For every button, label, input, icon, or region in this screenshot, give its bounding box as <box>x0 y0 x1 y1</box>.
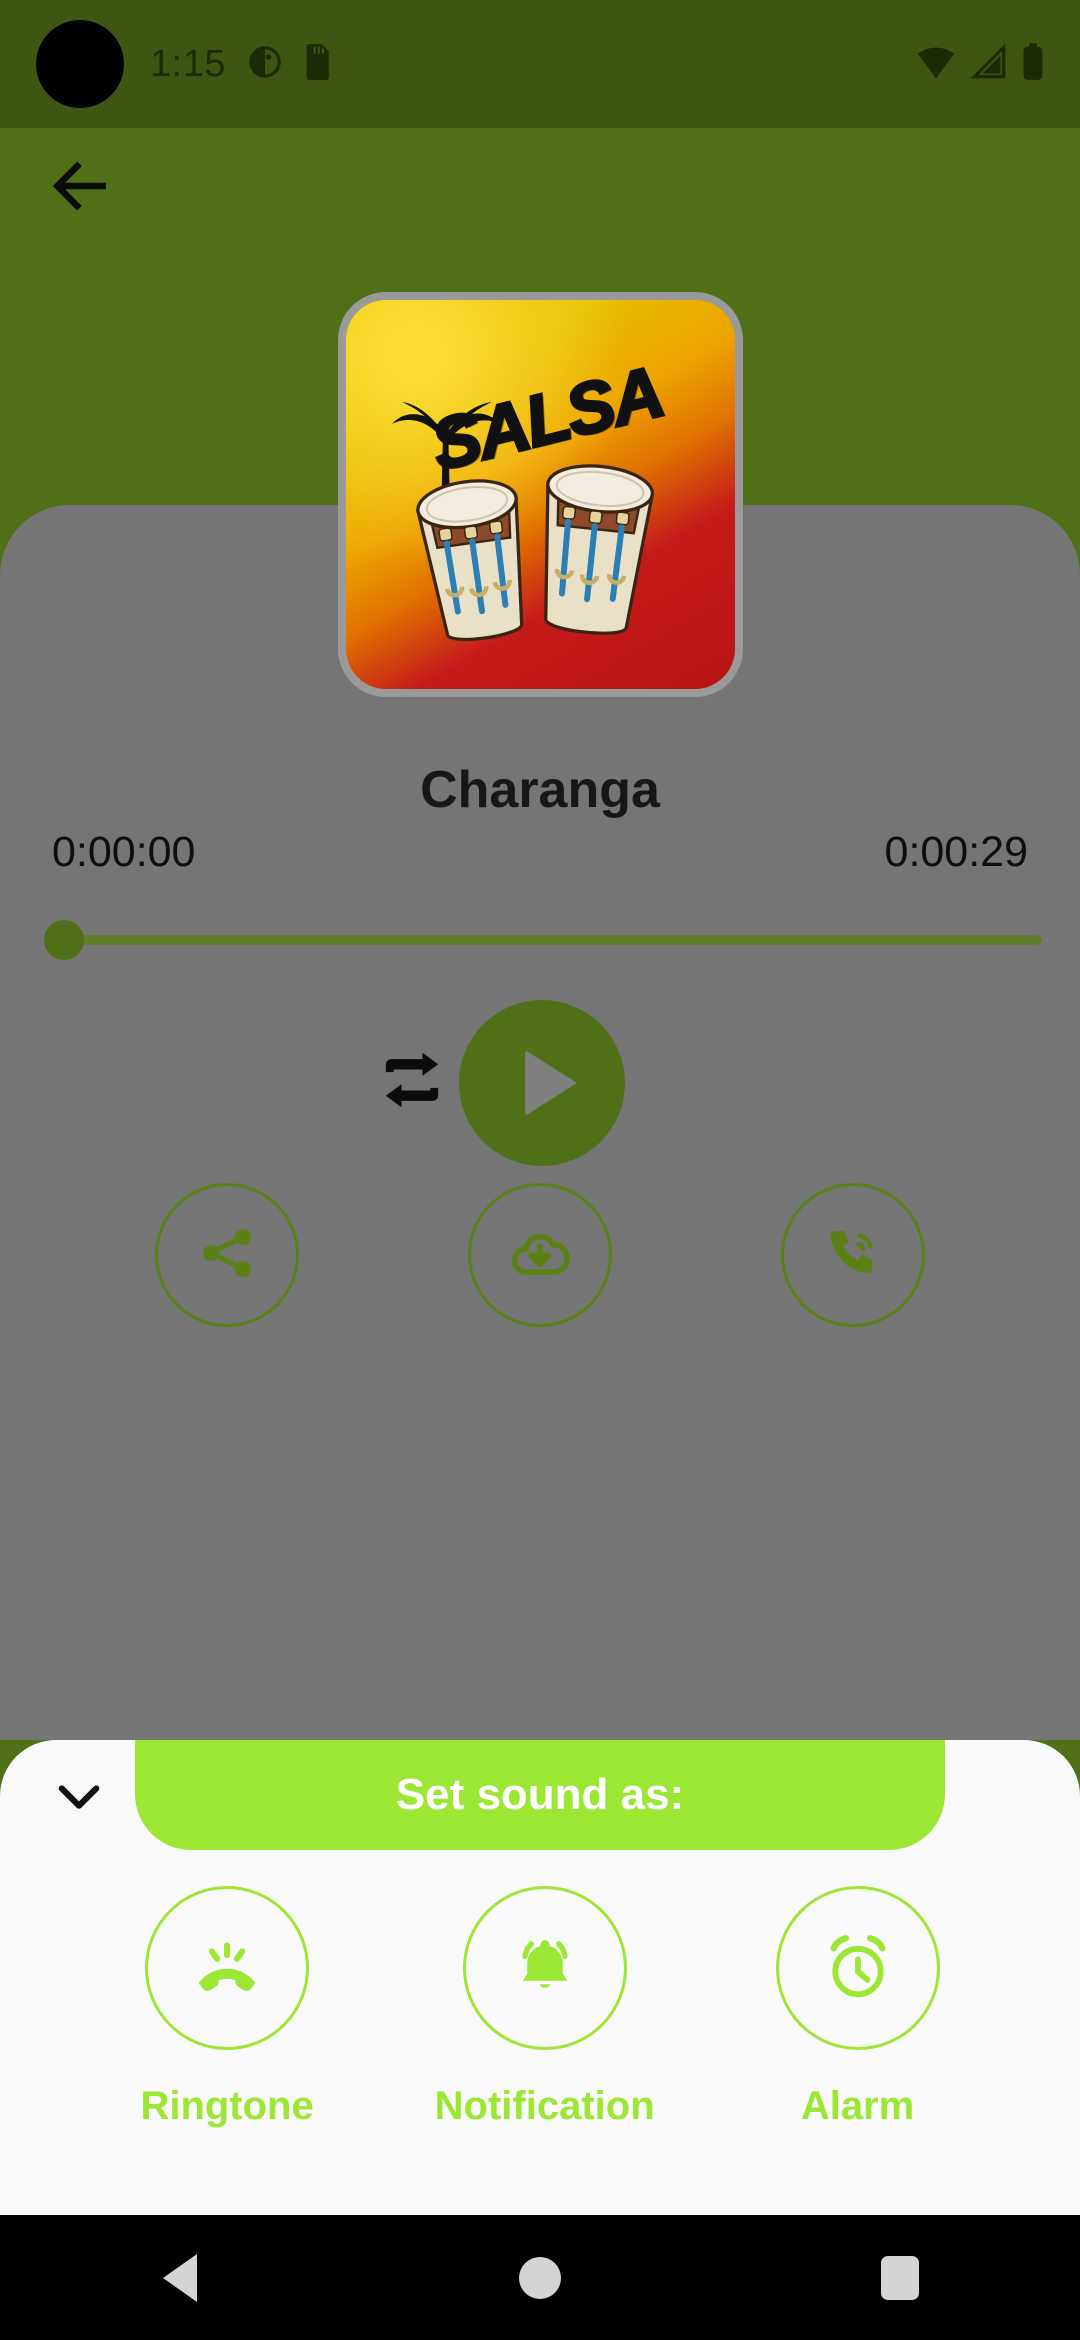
cloud-download-icon <box>507 1220 573 1291</box>
share-icon <box>195 1221 259 1290</box>
collapse-sheet-button[interactable] <box>34 1760 124 1840</box>
sd-card-icon <box>304 43 334 85</box>
navigation-bar <box>0 2215 1080 2340</box>
sheet-banner-title: Set sound as: <box>395 1770 685 1819</box>
set-sound-sheet: Set sound as: Ringtone Notification Alar… <box>0 1740 1080 2215</box>
elapsed-time: 0:00:00 <box>52 828 196 876</box>
track-title: Charanga <box>420 761 660 819</box>
repeat-button[interactable] <box>372 1042 452 1122</box>
option-notification[interactable]: Notification <box>435 1886 655 2129</box>
signal-icon <box>970 42 1008 85</box>
option-alarm[interactable]: Alarm <box>775 1886 940 2129</box>
phone-ringing-icon <box>822 1222 884 1289</box>
back-button[interactable] <box>20 128 140 248</box>
battery-icon <box>1022 42 1044 86</box>
wifi-icon <box>916 44 956 85</box>
set-ringtone-button[interactable] <box>781 1183 926 1327</box>
nav-home-icon <box>519 2256 561 2299</box>
nav-back-icon <box>163 2253 197 2302</box>
album-art-image: SALSA <box>346 300 735 689</box>
seek-thumb[interactable] <box>44 920 84 960</box>
nav-recents-button[interactable] <box>825 2215 975 2340</box>
do-not-disturb-icon <box>248 45 282 84</box>
option-alarm-label: Alarm <box>800 2084 915 2128</box>
option-ringtone-circle <box>145 1886 310 2050</box>
download-button[interactable] <box>467 1183 612 1327</box>
nav-home-button[interactable] <box>465 2215 615 2340</box>
option-ringtone-label: Ringtone <box>140 2084 314 2128</box>
option-notification-circle <box>462 1886 627 2050</box>
option-alarm-circle <box>775 1886 940 2050</box>
share-button[interactable] <box>154 1183 299 1327</box>
status-bar-left: 1:15 <box>150 43 334 85</box>
repeat-icon <box>378 1051 446 1114</box>
bongo-drums-icon <box>404 450 674 655</box>
option-notification-label: Notification <box>434 2084 655 2128</box>
phone-screen: 1:15 SALSA Charanga 0:00:00 0:00:29 Set … <box>0 0 1080 2340</box>
nav-back-button[interactable] <box>105 2215 255 2340</box>
album-art[interactable]: SALSA <box>338 292 743 697</box>
nav-recents-icon <box>881 2255 919 2300</box>
chevron-down-icon <box>56 1781 102 1820</box>
sheet-header: Set sound as: <box>0 1740 1080 1852</box>
status-bar-right <box>916 42 1044 86</box>
scrim-overlay <box>0 1385 1080 1740</box>
camera-hole-icon <box>36 20 124 108</box>
play-button[interactable] <box>459 1000 625 1166</box>
back-arrow-icon <box>46 152 114 225</box>
alarm-clock-icon <box>822 1930 894 2007</box>
sheet-banner: Set sound as: <box>135 1740 945 1850</box>
option-ringtone[interactable]: Ringtone <box>140 1886 314 2129</box>
action-row <box>0 1183 1080 1327</box>
app-bar <box>0 128 1080 248</box>
duration-time: 0:00:29 <box>884 828 1028 876</box>
status-bar: 1:15 <box>0 0 1080 128</box>
play-icon <box>525 1050 577 1116</box>
time-row: 0:00:00 0:00:29 <box>52 828 1028 877</box>
seek-bar[interactable] <box>38 920 1042 960</box>
phone-ring-icon <box>189 1928 265 2009</box>
seek-track <box>64 935 1042 945</box>
status-clock: 1:15 <box>150 43 226 85</box>
sound-options: Ringtone Notification Alarm <box>0 1886 1080 2129</box>
bell-icon <box>510 1931 580 2006</box>
